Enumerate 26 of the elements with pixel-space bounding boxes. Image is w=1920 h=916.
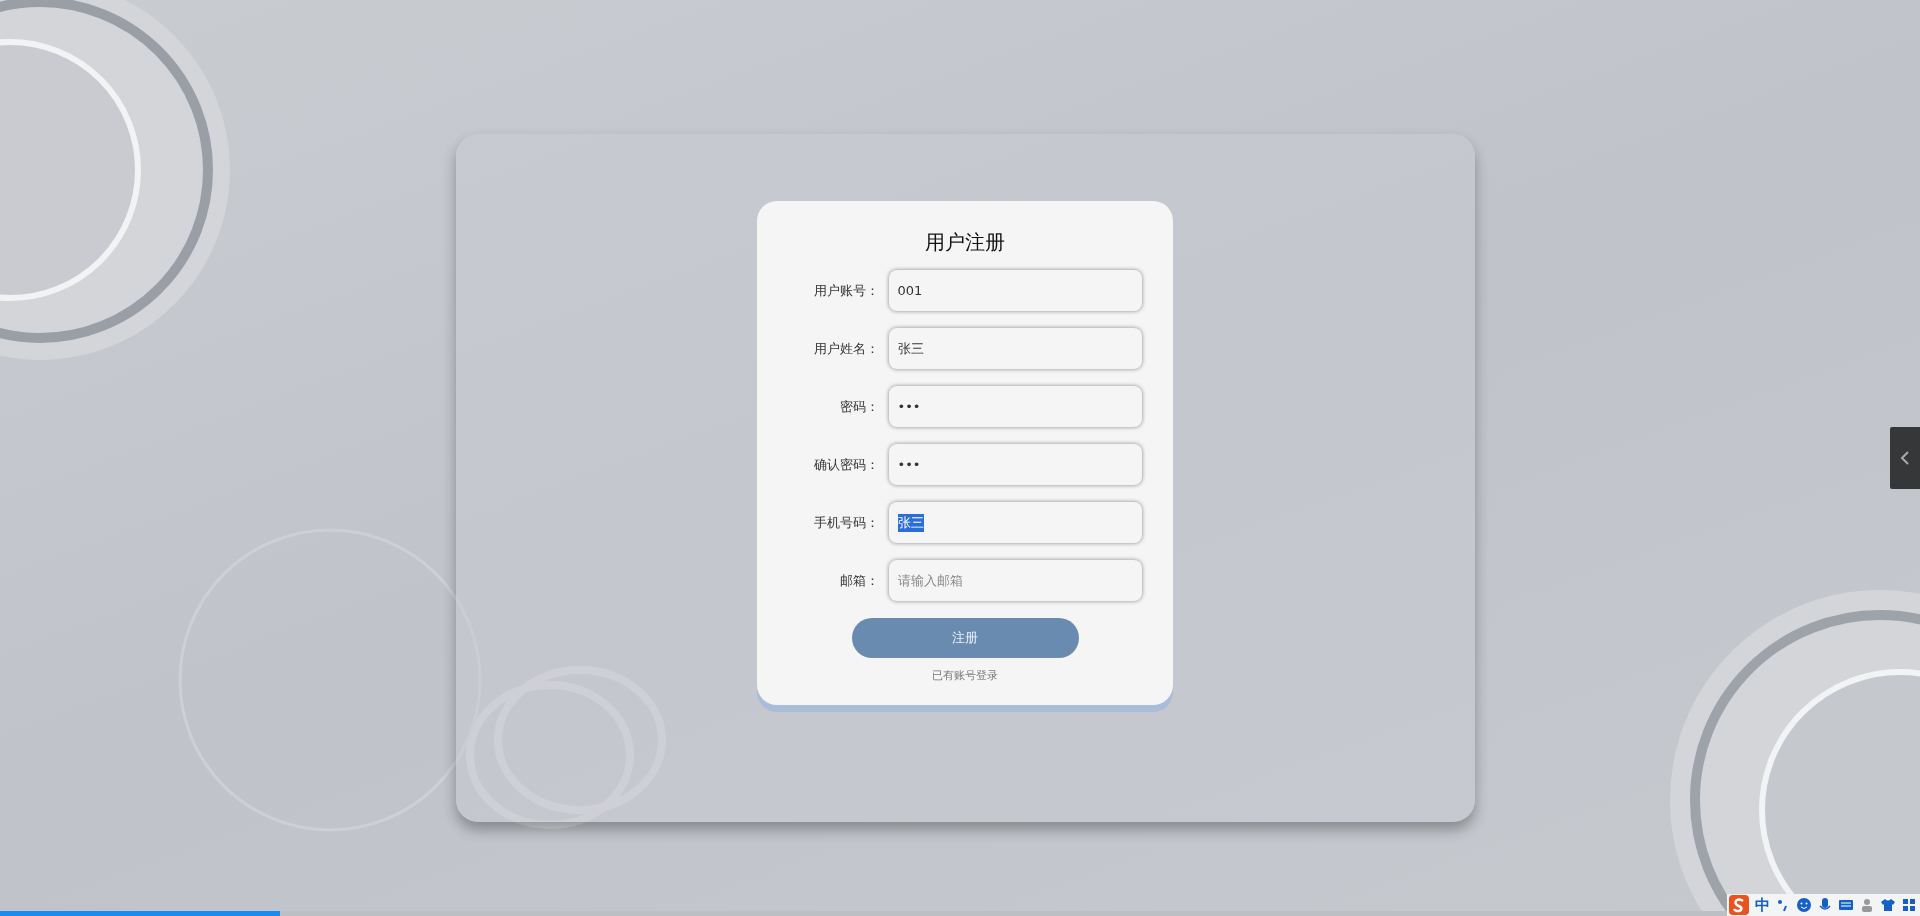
ime-mode[interactable]: 中 [1755, 895, 1770, 915]
punctuation-icon[interactable] [1776, 898, 1790, 912]
input-field[interactable]: 001 [888, 270, 1142, 311]
microphone-icon[interactable] [1818, 897, 1832, 913]
form-title: 用户注册 [925, 229, 1005, 256]
input-field[interactable]: 张三 [888, 328, 1142, 369]
field-label: 手机号码： [812, 513, 880, 532]
field-label: 密码： [838, 397, 880, 416]
field-label: 用户账号： [812, 281, 880, 300]
keyboard-icon[interactable] [1838, 898, 1854, 912]
field-label: 邮箱： [838, 571, 880, 590]
collapse-handle[interactable] [1890, 427, 1920, 489]
s-logo-icon[interactable] [1729, 895, 1749, 915]
login-link[interactable]: 已有账号登录 [932, 668, 998, 683]
input-field[interactable]: ••• [888, 386, 1142, 427]
smiley-icon[interactable] [1796, 897, 1812, 913]
register-button[interactable]: 注册 [851, 618, 1079, 658]
input-field[interactable]: 张三 [888, 502, 1142, 543]
field-label: 用户姓名： [812, 339, 880, 358]
input-field[interactable]: 请输入邮箱 [888, 560, 1142, 601]
input-field[interactable]: ••• [888, 444, 1142, 485]
person-icon[interactable] [1860, 897, 1874, 913]
grid-icon[interactable] [1902, 898, 1916, 912]
field-label: 确认密码： [812, 455, 880, 474]
shirt-icon[interactable] [1880, 898, 1896, 912]
chevron-left-icon [1900, 450, 1910, 466]
